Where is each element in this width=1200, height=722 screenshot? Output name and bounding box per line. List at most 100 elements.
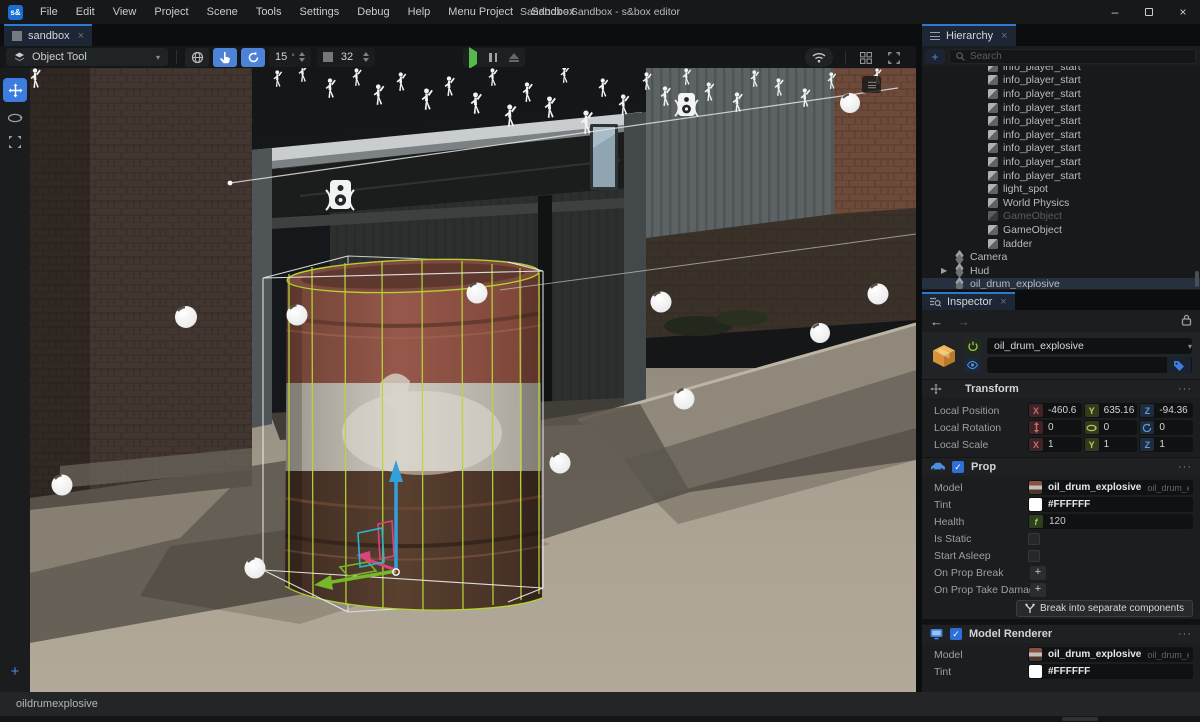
tree-item-info-player-start[interactable]: info_player_start	[922, 142, 1200, 156]
prop-tint-field[interactable]: #FFFFFF	[1028, 497, 1193, 512]
enabled-toggle[interactable]	[964, 338, 981, 354]
tree-item-info-player-start[interactable]: info_player_start	[922, 66, 1200, 74]
color-swatch[interactable]	[1029, 665, 1042, 678]
prop-section-header[interactable]: ✓ Prop ···	[922, 457, 1200, 476]
object-tags-input[interactable]	[987, 357, 1192, 373]
snap-to-surface-button[interactable]	[213, 48, 237, 67]
tab-inspector-close-icon[interactable]: ×	[1000, 296, 1006, 308]
prop-model-field[interactable]: oil_drum_explosive oil_drum_explosive.	[1028, 480, 1193, 495]
maximize-button[interactable]	[1132, 0, 1166, 24]
transform-menu-button[interactable]: ···	[1178, 383, 1192, 395]
menu-help[interactable]: Help	[399, 0, 440, 24]
3d-viewport[interactable]: +	[0, 68, 916, 692]
tool-selector-dropdown[interactable]: Object Tool ▾	[6, 48, 168, 66]
nav-forward-button[interactable]: →	[957, 314, 970, 329]
menu-scene[interactable]: Scene	[198, 0, 247, 24]
world-space-button[interactable]	[185, 48, 209, 67]
tree-item-info-player-start[interactable]: info_player_start	[922, 155, 1200, 169]
tree-item-camera[interactable]: Camera	[922, 250, 1200, 264]
position-y-field[interactable]: Y635.16	[1084, 403, 1138, 418]
bottom-resize-handle[interactable]	[1062, 717, 1098, 721]
tree-item-info-player-start[interactable]: info_player_start	[922, 169, 1200, 183]
renderer-tint-field[interactable]: #FFFFFF	[1028, 664, 1193, 679]
tab-hierarchy-close-icon[interactable]: ×	[1001, 30, 1007, 42]
prop-menu-button[interactable]: ···	[1178, 461, 1192, 473]
menu-project[interactable]: Project	[145, 0, 197, 24]
viewport-scene[interactable]	[30, 68, 916, 692]
add-on-prop-take-damage-button[interactable]: +	[1030, 583, 1046, 597]
scale-tool-button[interactable]	[3, 130, 27, 154]
scale-x-field[interactable]: X1	[1028, 437, 1082, 452]
tree-item-info-player-start[interactable]: info_player_start	[922, 101, 1200, 115]
add-on-prop-break-button[interactable]: +	[1030, 566, 1046, 580]
tab-close-icon[interactable]: ×	[78, 30, 84, 42]
tree-item-light-spot[interactable]: light_spot	[922, 182, 1200, 196]
start-asleep-checkbox[interactable]	[1028, 550, 1040, 562]
scale-z-field[interactable]: Z1	[1139, 437, 1193, 452]
rotation-yaw-field[interactable]: 0	[1084, 420, 1138, 435]
sphere-gizmo[interactable]	[175, 306, 197, 328]
stop-eject-button[interactable]	[509, 53, 519, 63]
position-z-field[interactable]: Z-94.36	[1139, 403, 1193, 418]
tree-item-info-player-start[interactable]: info_player_start	[922, 87, 1200, 101]
speaker-gizmo-2[interactable]	[675, 93, 698, 116]
position-x-field[interactable]: X-460.6	[1028, 403, 1082, 418]
hierarchy-scrollbar[interactable]	[1195, 66, 1199, 289]
object-header-chevron-icon[interactable]: ▾	[1188, 342, 1192, 351]
menu-debug[interactable]: Debug	[348, 0, 398, 24]
renderer-model-field[interactable]: oil_drum_explosive oil_drum_explosive.	[1028, 647, 1193, 662]
menu-settings[interactable]: Settings	[291, 0, 349, 24]
menu-file[interactable]: File	[31, 0, 67, 24]
object-name-input[interactable]: oil_drum_explosive	[987, 338, 1192, 354]
tag-button[interactable]	[1167, 357, 1191, 373]
is-static-checkbox[interactable]	[1028, 533, 1040, 545]
tree-item-world-physics[interactable]: World Physics	[922, 196, 1200, 210]
menu-view[interactable]: View	[104, 0, 146, 24]
model-renderer-enabled-checkbox[interactable]: ✓	[950, 628, 962, 640]
app-logo[interactable]: s&	[8, 5, 23, 20]
tree-item-gameobject-disabled[interactable]: GameObject	[922, 210, 1200, 224]
rotation-pitch-field[interactable]: 0	[1028, 420, 1082, 435]
visibility-toggle[interactable]	[964, 357, 981, 373]
panel-menu-icon[interactable]	[930, 32, 940, 40]
add-gameobject-button[interactable]: +	[925, 49, 945, 64]
oil-drum-model[interactable]	[280, 255, 546, 621]
break-into-components-button[interactable]: Break into separate components	[1016, 600, 1193, 617]
minimize-button[interactable]: –	[1098, 0, 1132, 24]
pause-button[interactable]	[489, 53, 497, 62]
network-status-button[interactable]	[805, 48, 833, 67]
model-renderer-section-header[interactable]: ✓ Model Renderer ···	[922, 624, 1200, 643]
rotation-snap-toggle[interactable]	[241, 48, 265, 67]
prop-health-field[interactable]: f 120	[1028, 514, 1193, 529]
transform-section-header[interactable]: Transform ···	[922, 379, 1200, 398]
move-tool-button[interactable]	[3, 78, 27, 102]
tab-inspector[interactable]: Inspector ×	[922, 292, 1015, 310]
close-button[interactable]: ×	[1166, 0, 1200, 24]
expand-arrow-icon[interactable]: ▶	[941, 266, 949, 275]
tree-item-ladder[interactable]: ladder	[922, 237, 1200, 251]
viewport-add-button[interactable]: +	[4, 660, 26, 682]
menu-edit[interactable]: Edit	[67, 0, 104, 24]
viewport-options-button[interactable]	[862, 76, 881, 93]
lock-icon[interactable]	[1181, 314, 1192, 329]
play-button[interactable]	[469, 52, 477, 64]
menu-tools[interactable]: Tools	[247, 0, 291, 24]
tab-sandbox-scene[interactable]: sandbox ×	[4, 24, 92, 46]
tree-item-hud[interactable]: ▶Hud	[922, 264, 1200, 278]
tree-item-oil-drum-explosive[interactable]: oil_drum_explosive	[922, 278, 1200, 290]
tree-item-info-player-start[interactable]: info_player_start	[922, 74, 1200, 88]
grid-snap-stepper[interactable]	[363, 52, 369, 62]
rotation-snap-stepper[interactable]	[299, 52, 305, 62]
grid-snap-field[interactable]: 32	[317, 48, 375, 67]
tree-item-info-player-start[interactable]: info_player_start	[922, 114, 1200, 128]
hierarchy-search-input[interactable]: Search	[949, 49, 1196, 64]
fullscreen-button[interactable]	[882, 48, 906, 67]
menu-sandbox[interactable]: Sandbox	[522, 0, 583, 24]
rotation-snap-field[interactable]: 15 °	[269, 48, 311, 67]
scale-y-field[interactable]: Y1	[1084, 437, 1138, 452]
prop-enabled-checkbox[interactable]: ✓	[952, 461, 964, 473]
speaker-gizmo-1[interactable]	[326, 180, 354, 210]
tree-item-info-player-start[interactable]: info_player_start	[922, 128, 1200, 142]
tree-item-gameobject[interactable]: GameObject	[922, 223, 1200, 237]
model-renderer-menu-button[interactable]: ···	[1178, 628, 1192, 640]
